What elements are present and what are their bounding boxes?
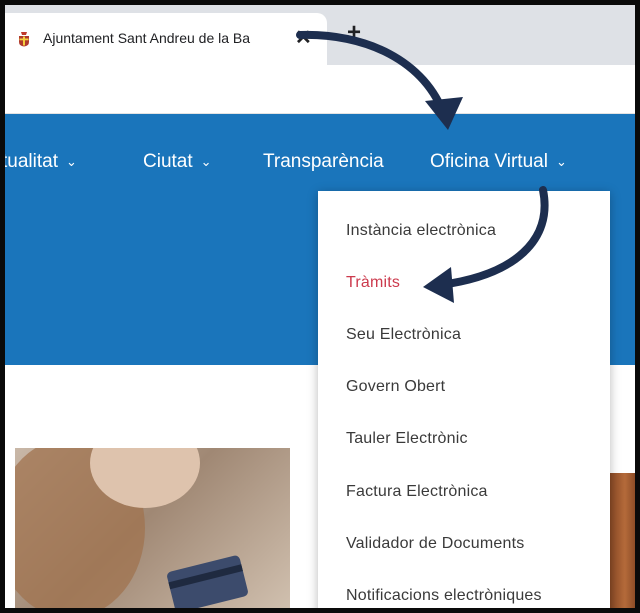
tab-title-fade <box>255 23 295 53</box>
nav-item-label: tualitat <box>2 151 58 172</box>
chevron-down-icon: ⌄ <box>65 153 77 169</box>
dropdown-item-seu-electronica[interactable]: Seu Electrònica <box>346 326 461 344</box>
browser-tab[interactable]: Ajuntament Sant Andreu de la Ba ✕ <box>5 13 327 65</box>
browser-tab-strip: Ajuntament Sant Andreu de la Ba ✕ + <box>5 5 635 65</box>
credit-card-stripe <box>168 564 243 590</box>
chevron-down-icon: ⌄ <box>555 153 567 169</box>
dropdown-item-tauler-electronic[interactable]: Tauler Electrònic <box>346 430 468 448</box>
side-photo <box>610 473 635 608</box>
municipal-crest-icon <box>19 32 29 47</box>
hero-photo <box>15 448 290 608</box>
dropdown-item-govern-obert[interactable]: Govern Obert <box>346 378 445 396</box>
nav-item-label: Oficina Virtual <box>430 151 548 172</box>
new-tab-icon[interactable]: + <box>347 21 361 45</box>
oficina-virtual-dropdown: Instància electrònica Tràmits Seu Electr… <box>318 191 610 608</box>
close-tab-icon[interactable]: ✕ <box>295 26 312 50</box>
dropdown-item-factura-electronica[interactable]: Factura Electrònica <box>346 483 488 501</box>
screenshot-frame: Ajuntament Sant Andreu de la Ba ✕ + tual… <box>0 0 640 613</box>
nav-item-label: Transparència <box>263 151 384 172</box>
nav-item-actualitat[interactable]: tualitat ⌄ <box>2 151 77 173</box>
dropdown-item-notificacions-electroniques[interactable]: Notificacions electròniques <box>346 587 542 605</box>
dropdown-item-validador-documents[interactable]: Validador de Documents <box>346 535 524 553</box>
nav-item-ciutat[interactable]: Ciutat ⌄ <box>143 151 212 173</box>
tab-title: Ajuntament Sant Andreu de la Ba <box>43 30 251 46</box>
chevron-down-icon: ⌄ <box>200 153 212 169</box>
nav-item-label: Ciutat <box>143 151 193 172</box>
credit-card-shape <box>166 554 249 608</box>
dropdown-item-tramits[interactable]: Tràmits <box>346 274 400 292</box>
browser-toolbar <box>5 65 635 114</box>
nav-item-transparencia[interactable]: Transparència <box>263 151 384 173</box>
nav-item-oficina-virtual[interactable]: Oficina Virtual ⌄ <box>430 151 567 173</box>
dropdown-item-instancia-electronica[interactable]: Instància electrònica <box>346 222 496 240</box>
